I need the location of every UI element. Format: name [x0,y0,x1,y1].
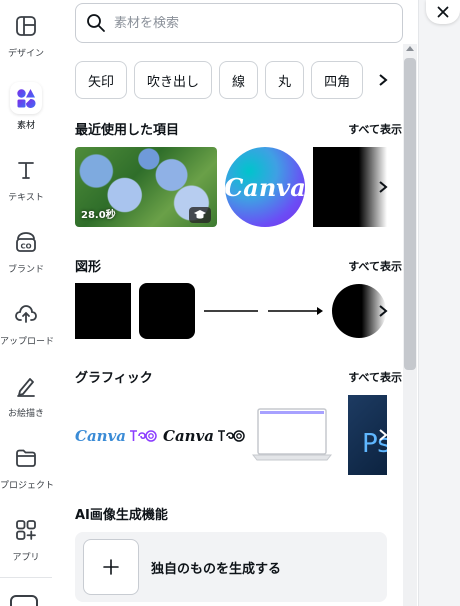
chips-next-button[interactable] [376,61,390,99]
chip-line[interactable]: 線 [219,61,259,99]
canva-graphic-black[interactable]: Canva [163,418,245,454]
ai-title: AI画像生成機能 [75,508,168,523]
brand-icon: CO [10,226,42,258]
canva-graphic-text: Canva [163,427,214,445]
shapes-title: 図形 [75,260,102,275]
arrow-line-shape[interactable] [267,283,325,339]
spiral-decoration [218,430,245,442]
recent-title: 最近使用した項目 [75,123,180,138]
shapes-next-button[interactable] [372,300,394,322]
ai-generate-button[interactable]: 独自のものを生成する [75,532,387,602]
close-panel-button[interactable] [426,0,460,24]
rail-item-draw[interactable]: お絵描き [0,366,52,438]
apps-icon [10,514,42,546]
search-box[interactable] [75,3,403,43]
rail-item-apps[interactable]: アプリ [0,510,52,582]
scrollbar-thumb[interactable] [404,58,416,370]
rail-label: アップロード [0,337,55,347]
rail-label: お絵描き [7,409,44,419]
ai-generate-label: 独自のものを生成する [151,561,282,577]
line-shape[interactable] [203,283,259,339]
canva-logo-text: Canva [225,172,305,202]
laptop-graphic[interactable] [252,405,332,463]
search-icon [87,14,105,32]
rail-label: テキスト [8,193,44,203]
elements-panel: 矢印 吹き出し 線 丸 四角 最近使用した項目 すべて表示 28.0秒 Canv… [60,0,403,606]
chip-arrow[interactable]: 矢印 [75,61,128,99]
chevron-right-icon [379,429,388,441]
rail-label: ブランド [7,265,44,275]
spiral-decoration [130,430,157,442]
canva-graphic-text: Canva [75,427,126,445]
svg-text:CO: CO [20,243,31,251]
scroll-up-arrow-icon[interactable] [406,46,414,51]
rail-item-elements[interactable]: 素材 [0,78,52,150]
recent-see-all-link[interactable]: すべて表示 [348,121,402,137]
graphics-next-button[interactable] [372,424,394,446]
recent-photo-thumbnail[interactable]: 28.0秒 [75,147,217,227]
square-shape[interactable] [75,283,131,339]
recent-next-button[interactable] [372,176,394,198]
left-rail: デザイン 素材 テキスト CO ブランド アップロード お絵描き プロジェクト … [0,0,55,606]
category-chips: 矢印 吹き出し 線 丸 四角 [75,61,387,99]
chip-speech-bubble[interactable]: 吹き出し [134,61,213,99]
layout-icon [10,10,42,42]
rail-divider [0,577,52,578]
rail-label: プロジェクト [0,481,55,491]
rail-item-brand[interactable]: CO ブランド [0,222,52,294]
plus-icon [83,539,139,595]
chip-square[interactable]: 四角 [311,61,364,99]
rail-item-design[interactable]: デザイン [0,6,52,78]
close-icon [437,6,449,18]
chevron-right-icon [379,74,388,86]
rail-label: 素材 [16,121,35,131]
rail-item-upload[interactable]: アップロード [0,294,55,366]
rail-label: デザイン [7,49,44,59]
canva-graphic-color[interactable]: Canva [75,418,157,454]
more-icon[interactable] [10,595,38,606]
draw-icon [10,370,42,402]
graphics-title: グラフィック [75,371,153,386]
search-input[interactable] [114,15,364,31]
upload-icon [10,298,42,330]
rounded-square-shape[interactable] [139,283,195,339]
graduation-cap-icon [189,207,211,223]
rail-item-projects[interactable]: プロジェクト [0,438,55,510]
video-duration-badge: 28.0秒 [81,210,116,221]
rail-label: アプリ [12,553,40,563]
canvas-edge [418,0,460,606]
canva-logo-thumbnail[interactable]: Canva [225,147,305,227]
chevron-right-icon [379,305,388,317]
elements-icon [10,82,42,114]
graphics-see-all-link[interactable]: すべて表示 [348,369,402,385]
chevron-right-icon [379,181,388,193]
rail-item-text[interactable]: テキスト [0,150,52,222]
shapes-see-all-link[interactable]: すべて表示 [348,258,402,274]
chip-circle[interactable]: 丸 [265,61,305,99]
text-icon [10,154,42,186]
folder-icon [10,442,42,474]
